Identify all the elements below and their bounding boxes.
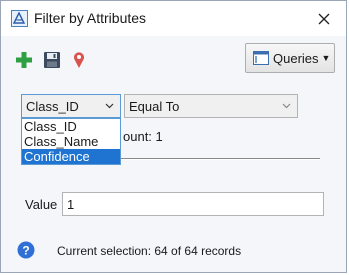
floppy-disk-icon[interactable] — [43, 51, 61, 69]
field-select-value: Class_ID — [26, 98, 79, 114]
value-label: Value — [25, 197, 58, 212]
dropdown-option-highlighted[interactable]: Confidence — [22, 149, 120, 164]
close-button[interactable] — [310, 6, 338, 32]
selection-status: Current selection: 64 of 64 records — [57, 244, 242, 258]
close-icon — [318, 13, 330, 25]
dropdown-option[interactable]: Class_Name — [22, 134, 120, 149]
title-bar: Filter by Attributes — [1, 1, 346, 36]
value-input[interactable] — [62, 192, 324, 216]
chevron-down-icon — [282, 103, 291, 109]
chevron-down-icon: ▼ — [321, 53, 331, 63]
queries-label: Queries — [273, 50, 319, 66]
count-label: ount: 1 — [123, 129, 163, 144]
map-pin-icon[interactable] — [72, 51, 86, 69]
query-list-icon — [253, 51, 269, 65]
queries-button[interactable]: Queries ▼ — [245, 43, 335, 73]
window-title: Filter by Attributes — [34, 10, 147, 26]
field-dropdown-list: Class_ID Class_Name Confidence — [21, 118, 121, 165]
app-logo-icon — [11, 10, 28, 27]
help-icon[interactable]: ? — [17, 241, 35, 259]
field-select[interactable]: Class_ID — [21, 94, 121, 118]
filter-by-attributes-dialog: Filter by Attributes Queries ▼ Class_ID — [0, 0, 347, 273]
operator-select[interactable]: Equal To — [124, 94, 298, 118]
plus-icon[interactable] — [15, 51, 33, 69]
chevron-down-icon — [105, 103, 114, 109]
svg-text:?: ? — [22, 244, 29, 258]
operator-select-value: Equal To — [129, 98, 180, 114]
dropdown-option[interactable]: Class_ID — [22, 119, 120, 134]
